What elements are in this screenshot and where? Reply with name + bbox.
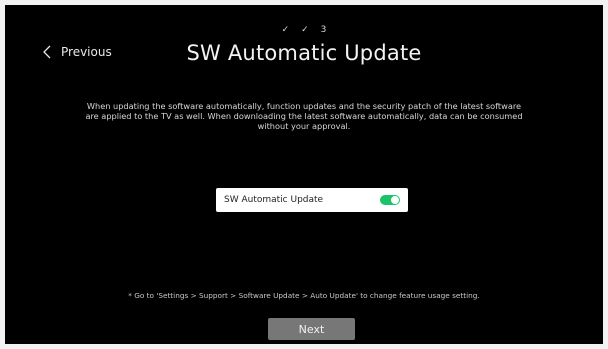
toggle-switch[interactable] [380,195,400,205]
sw-automatic-update-setting[interactable]: SW Automatic Update [216,188,408,212]
page-title: SW Automatic Update [186,41,422,65]
step-indicator: ✓ ✓ 3 [5,25,603,35]
step-3-current: 3 [320,25,327,35]
toggle-knob [391,196,399,204]
next-button[interactable]: Next [268,318,355,340]
settings-note: * Go to 'Settings > Support > Software U… [128,291,480,300]
step-2-check: ✓ [301,25,309,35]
setting-label: SW Automatic Update [224,195,324,205]
step-1-check: ✓ [281,25,290,35]
tv-screen: ✓ ✓ 3 Previous SW Automatic Update When … [5,5,603,344]
page-description: When updating the software automatically… [85,101,523,131]
